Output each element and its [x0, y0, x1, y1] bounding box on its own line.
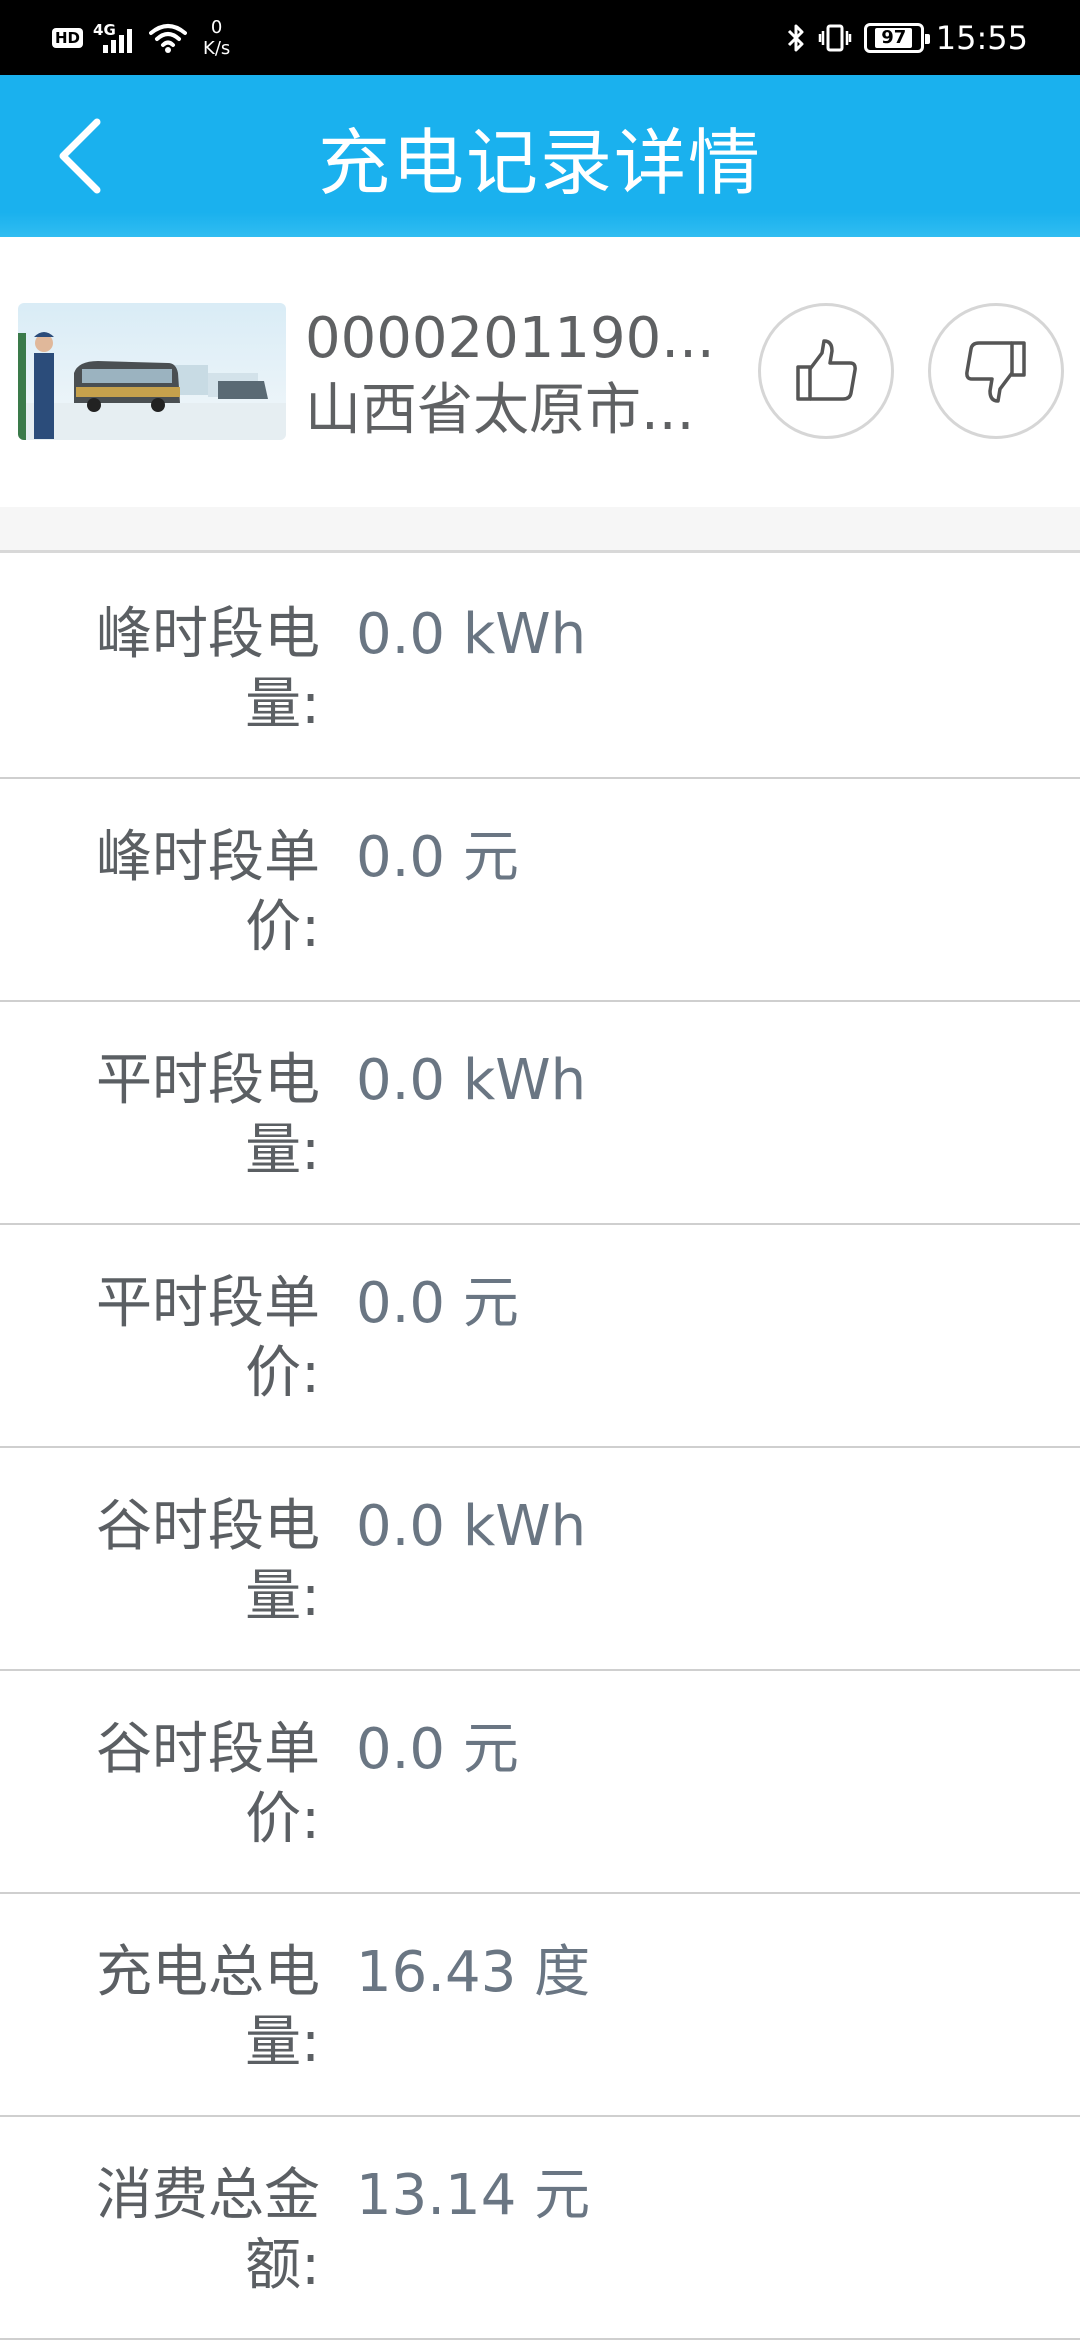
row-label: 峰时段单价: [96, 825, 320, 960]
station-card[interactable]: 0000201190... 山西省太原市... [0, 237, 1080, 507]
like-button[interactable] [758, 303, 894, 439]
row-label: 谷时段单价: [96, 1717, 320, 1852]
station-code: 0000201190... [305, 306, 715, 371]
thumbs-down-icon [965, 341, 1026, 403]
detail-row-valley-energy: 谷时段电量: 0.0 kWh [0, 1448, 1080, 1671]
detail-row-peak-price: 峰时段单价: 0.0 元 [0, 779, 1080, 1002]
row-label: 平时段单价: [96, 1271, 320, 1406]
hd-badge: HD [52, 28, 84, 48]
detail-row-valley-price: 谷时段单价: 0.0 元 [0, 1671, 1080, 1894]
station-address: 山西省太原市... [305, 378, 695, 443]
detail-row-peak-energy: 峰时段电量: 0.0 kWh [0, 556, 1080, 779]
detail-row-flat-energy: 平时段电量: 0.0 kWh [0, 1002, 1080, 1225]
page-title: 充电记录详情 [317, 120, 762, 205]
battery-icon: 97 [863, 23, 930, 53]
status-right: 97 15:55 [786, 14, 1028, 62]
row-label: 充电总电量: [96, 1940, 320, 2075]
battery-level: 97 [875, 28, 913, 48]
row-value: 0.0 元 [356, 1717, 519, 1782]
thumbs-up-icon [796, 339, 857, 401]
network-speed-value: 0 [210, 17, 223, 38]
row-label: 消费总金额: [96, 2163, 320, 2298]
row-value: 0.0 kWh [356, 1494, 587, 1559]
status-left: HD 4G 0 K/s [52, 14, 230, 62]
detail-row-total-amount: 消费总金额: 13.14 元 [0, 2117, 1080, 2340]
row-value: 0.0 kWh [356, 602, 587, 667]
clock: 15:55 [935, 19, 1028, 57]
row-value: 0.0 元 [356, 1271, 519, 1336]
row-value: 0.0 kWh [356, 1048, 587, 1113]
row-label: 峰时段电量: [96, 602, 320, 737]
station-info: 0000201190... 山西省太原市... [305, 303, 725, 447]
detail-row-flat-price: 平时段单价: 0.0 元 [0, 1225, 1080, 1448]
status-bar: HD 4G 0 K/s 97 15:55 [0, 0, 1080, 75]
station-image [18, 303, 286, 440]
detail-row-total-energy: 充电总电量: 16.43 度 [0, 1894, 1080, 2117]
cellular-signal-icon: 4G [93, 21, 139, 55]
row-value: 0.0 元 [356, 825, 519, 890]
section-divider [0, 507, 1080, 553]
dislike-button[interactable] [928, 303, 1064, 439]
row-label: 谷时段电量: [96, 1494, 320, 1629]
row-value: 16.43 度 [356, 1940, 591, 2005]
row-value: 13.14 元 [356, 2163, 591, 2228]
network-speed-unit: K/s [203, 38, 231, 59]
chevron-left-icon [59, 118, 101, 193]
row-label: 平时段电量: [96, 1048, 320, 1183]
network-speed: 0 K/s [203, 17, 230, 59]
back-button[interactable] [30, 103, 130, 208]
vibrate-icon [818, 24, 852, 52]
app-header: 充电记录详情 [0, 75, 1080, 237]
wifi-icon [149, 24, 188, 53]
detail-list: 峰时段电量: 0.0 kWh 峰时段单价: 0.0 元 平时段电量: 0.0 k… [0, 556, 1080, 2340]
bluetooth-icon [787, 24, 804, 52]
